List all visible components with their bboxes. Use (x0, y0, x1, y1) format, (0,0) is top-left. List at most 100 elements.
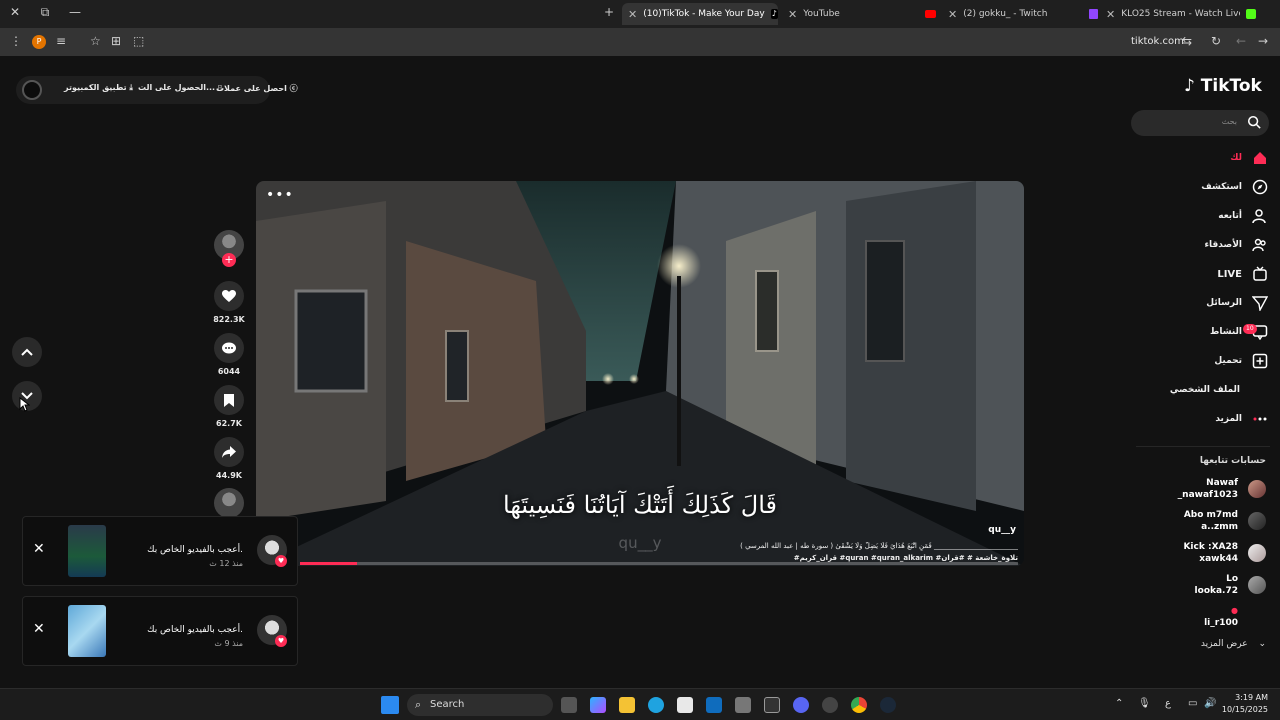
close-tab-icon[interactable]: ✕ (628, 8, 637, 21)
menu-dots-icon[interactable]: ⋮ (10, 34, 22, 48)
minimize-window-icon[interactable]: — (66, 5, 84, 19)
windows-start-icon[interactable] (381, 696, 399, 714)
nav-messages[interactable]: الرسائل (1206, 292, 1268, 314)
tiktok-logo[interactable]: ♪ TikTok (1184, 76, 1262, 96)
hashtags[interactable]: #قران_كريم #quran #quran_alkarim #تلاوة_… (440, 554, 1018, 562)
video-description: فَمَنِ اتَّبَعَ هُدَايَ فَلَا يَضِلُّ وَ… (440, 542, 1018, 562)
copilot-icon[interactable] (590, 697, 606, 713)
close-icon[interactable]: ✕ (33, 541, 45, 557)
comment-button[interactable]: 6044 (214, 333, 244, 376)
desktop-app-link[interactable]: تطبيق الكمبيوتر ⤓ (64, 83, 133, 93)
forward-icon[interactable]: → (1258, 34, 1268, 48)
share-arrow-icon (222, 446, 236, 458)
volume-icon[interactable]: 🔊 (1204, 698, 1216, 709)
user-avatar[interactable] (22, 80, 42, 100)
share-button[interactable]: 44.9K (214, 437, 244, 480)
get-app-link[interactable]: الحصول على الت... ▯ (138, 83, 222, 92)
nav-friends[interactable]: الأصدقاء (1204, 234, 1268, 256)
network-icon[interactable]: ▭ (1188, 698, 1197, 709)
tab-tiktok[interactable]: ✕ (10)TikTok - Make Your Day ♪ (622, 3, 778, 25)
back-icon[interactable]: ← (1236, 34, 1246, 48)
outlook-icon[interactable] (706, 697, 722, 713)
task-view-icon[interactable] (561, 697, 577, 713)
close-window-icon[interactable]: ✕ (6, 5, 24, 19)
following-account[interactable]: Abo m7md a..zmm (1146, 508, 1266, 538)
discord-icon[interactable] (793, 697, 809, 713)
address-bar-url[interactable]: tiktok.com (1131, 36, 1184, 47)
save-count: 62.7K (216, 419, 242, 428)
nav-label: الملف الشخصي (1169, 385, 1240, 395)
tab-youtube[interactable]: ✕ YouTube (782, 3, 938, 25)
previous-video-button[interactable] (12, 337, 42, 367)
close-tab-icon[interactable]: ✕ (948, 8, 957, 21)
video-author[interactable]: qu__y (960, 525, 1016, 535)
system-clock[interactable]: 3:19 AM 10/15/2025 (1222, 692, 1268, 716)
nav-live[interactable]: LIVE (1217, 263, 1268, 285)
app-icon[interactable] (822, 697, 838, 713)
like-notification[interactable]: ✕ أعجب بالفيديو الخاص بك. منذ 9 ث ♥ (22, 596, 298, 666)
bookmark-star-icon[interactable]: ☆ (90, 34, 101, 48)
notification-time: منذ 9 ث (214, 639, 243, 648)
taskbar-search[interactable]: ⌕ Search (407, 694, 553, 716)
tray-chevron-icon[interactable]: ⌃ (1115, 698, 1123, 709)
following-account[interactable]: Nawaf _nawaf1023 (1146, 476, 1266, 506)
reload-icon[interactable]: ↻ (1211, 34, 1221, 48)
upload-icon (1252, 353, 1268, 369)
microphone-icon[interactable]: 🎙 (1138, 698, 1151, 709)
video-progress-bar[interactable] (300, 562, 1018, 565)
nav-more[interactable]: المزيد (1215, 408, 1268, 430)
taskbar-search-label: Search (430, 699, 465, 710)
close-icon[interactable]: ✕ (33, 621, 45, 637)
translate-icon[interactable]: ⊞ (111, 34, 121, 48)
tiktok-favicon-icon: ♪ (770, 9, 778, 19)
search-input[interactable]: بحث (1131, 110, 1269, 136)
like-button[interactable]: 822.3K (213, 281, 245, 324)
account-handle: li_r100 (1204, 618, 1238, 628)
get-coins-link[interactable]: احصل على عملات ⓒ (216, 83, 298, 94)
heart-icon: ♥ (275, 635, 287, 647)
steam-icon[interactable] (880, 697, 896, 713)
browser-toolbar: ⋮ P ≡ ☆ ⊞ ⬚ tiktok.com ⇆ ↻ ← → (0, 28, 1280, 56)
show-more-button[interactable]: عرض المزيد ⌄ (1180, 639, 1266, 649)
store-icon[interactable] (677, 697, 693, 713)
edge-icon[interactable] (648, 697, 664, 713)
search-icon: ⌕ (415, 698, 422, 711)
tab-kick[interactable]: ✕ KLO25 Stream - Watch Live on (1100, 3, 1256, 25)
follow-plus-icon[interactable]: + (222, 253, 236, 267)
close-tab-icon[interactable]: ✕ (788, 8, 797, 21)
profile-avatar[interactable]: P (32, 35, 46, 49)
video-options-icon[interactable]: ••• (266, 187, 294, 203)
following-account[interactable]: Kick :XA28 xawk44 (1146, 540, 1266, 570)
ctrl-app-icon[interactable] (764, 697, 780, 713)
chrome-icon[interactable] (851, 697, 867, 713)
nav-label: الرسائل (1206, 298, 1242, 308)
file-explorer-icon[interactable] (619, 697, 635, 713)
nav-for-you[interactable]: لك (1230, 147, 1268, 169)
nav-following[interactable]: أتابعه (1218, 205, 1268, 227)
nav-explore[interactable]: استكشف (1201, 176, 1268, 198)
music-disc-avatar[interactable] (214, 488, 244, 518)
tab-search-icon[interactable]: ≡ (56, 34, 66, 48)
site-settings-icon[interactable]: ⇆ (1182, 34, 1192, 48)
nav-upload[interactable]: تحميل (1214, 350, 1268, 372)
tab-twitch[interactable]: ✕ (2) gokku_ - Twitch (942, 3, 1098, 25)
close-tab-icon[interactable]: ✕ (1106, 8, 1115, 21)
search-icon[interactable] (1247, 115, 1261, 129)
following-icon (1252, 209, 1266, 224)
language-indicator[interactable]: ع (1165, 698, 1171, 709)
notification-text: أعجب بالفيديو الخاص بك. (147, 625, 243, 635)
save-button[interactable]: 62.7K (214, 385, 244, 428)
restore-window-icon[interactable]: ⧉ (36, 5, 54, 20)
nav-label: لك (1230, 153, 1242, 163)
app-icon[interactable] (735, 697, 751, 713)
tiktok-page: تطبيق الكمبيوتر ⤓ الحصول على الت... ▯ اح… (0, 56, 1280, 688)
home-icon (1254, 152, 1266, 164)
like-notification[interactable]: ✕ أعجب بالفيديو الخاص بك. منذ 12 ث ♥ (22, 516, 298, 586)
nav-profile[interactable]: الملف الشخصي (1170, 379, 1240, 401)
new-tab-icon[interactable]: + (600, 5, 618, 19)
nav-activity[interactable]: النشاط (1210, 321, 1268, 343)
following-account[interactable]: ● li_r100 (1146, 604, 1266, 634)
following-account[interactable]: Lo looka.72 (1146, 572, 1266, 602)
cast-icon[interactable]: ⬚ (133, 34, 144, 48)
show-more-label: عرض المزيد (1200, 639, 1248, 649)
